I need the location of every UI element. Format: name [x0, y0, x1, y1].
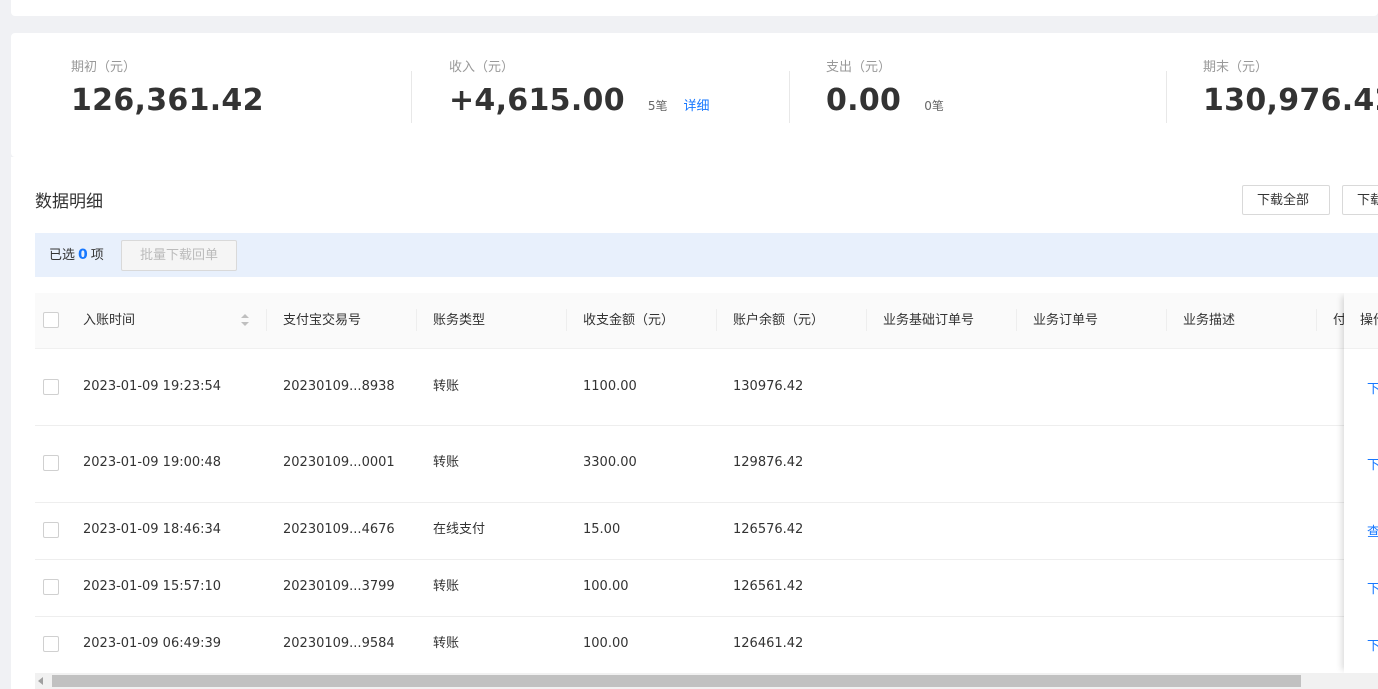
table-row: 2023-01-09 19:00:48 20230109...0001 转账 3… — [35, 426, 1378, 503]
cell-balance: 130976.42 — [733, 379, 804, 394]
download-all-button[interactable]: 下载全部 — [1242, 185, 1330, 215]
column-separator — [716, 309, 717, 331]
cell-time: 2023-01-09 15:57:10 — [83, 579, 222, 594]
cell-balance: 126561.42 — [733, 579, 804, 594]
column-header: 收支金额（元） — [583, 313, 675, 328]
cell-type: 转账 — [433, 579, 460, 594]
column-header: 操作 — [1360, 313, 1378, 328]
cell-amount: 3300.00 — [583, 455, 637, 470]
balance-summary: 期初（元） 126,361.42 收入（元） +4,615.00 5笔 详细 支… — [11, 33, 1378, 157]
row-checkbox[interactable] — [43, 455, 59, 471]
cell-time: 2023-01-09 06:49:39 — [83, 636, 222, 651]
stat-income-label: 收入（元） — [449, 60, 515, 75]
column-separator — [1016, 309, 1017, 331]
cell-time: 2023-01-09 18:46:34 — [83, 522, 222, 537]
stat-expense: 支出（元） 0.00 0笔 — [826, 59, 944, 121]
stat-income-value: +4,615.00 — [449, 83, 625, 118]
table-row: 2023-01-09 18:46:34 20230109...4676 在线支付… — [35, 503, 1378, 560]
summary-divider — [411, 71, 412, 123]
cell-amount: 15.00 — [583, 522, 621, 537]
row-checkbox[interactable] — [43, 522, 59, 538]
column-header: 账户余额（元） — [733, 313, 825, 328]
stat-closing-label: 期末（元） — [1203, 60, 1269, 75]
panel-title: 数据明细 — [35, 192, 103, 212]
column-separator — [416, 309, 417, 331]
column-header: 账务类型 — [433, 313, 486, 328]
cell-time: 2023-01-09 19:00:48 — [83, 455, 222, 470]
cell-time: 2023-01-09 19:23:54 — [83, 379, 222, 394]
stat-opening-label: 期初（元） — [71, 60, 137, 75]
column-header: 业务订单号 — [1033, 313, 1099, 328]
row-checkbox[interactable] — [43, 636, 59, 652]
cell-amount: 100.00 — [583, 579, 629, 594]
operation-header: 操作 — [1344, 293, 1378, 349]
selection-status: 已选 0 项 — [49, 233, 104, 278]
cell-amount: 1100.00 — [583, 379, 637, 394]
operation-column: 操作 下 下 查 下 下 — [1344, 293, 1378, 673]
table-header: 入账时间 支付宝交易号 账务类型 收支金额（元） 账户余额（元） 业务基础订单号… — [35, 293, 1378, 349]
row-action-link[interactable]: 查 — [1367, 521, 1378, 540]
cell-type: 转账 — [433, 455, 460, 470]
cell-balance: 129876.42 — [733, 455, 804, 470]
transactions-table: 入账时间 支付宝交易号 账务类型 收支金额（元） 账户余额（元） 业务基础订单号… — [35, 293, 1378, 673]
cell-trade-no: 20230109...4676 — [283, 522, 395, 537]
selection-bar: 已选 0 项 批量下载回单 — [35, 233, 1378, 277]
column-separator — [566, 309, 567, 331]
table-row: 2023-01-09 15:57:10 20230109...3799 转账 1… — [35, 560, 1378, 617]
row-action-link[interactable]: 下 — [1367, 378, 1378, 397]
cell-type: 转账 — [433, 379, 460, 394]
stat-opening-value: 126,361.42 — [71, 83, 264, 118]
row-checkbox[interactable] — [43, 379, 59, 395]
stat-closing: 期末（元） 130,976.42 — [1203, 59, 1378, 121]
stat-expense-label: 支出（元） — [826, 60, 892, 75]
top-panel-edge — [11, 0, 1378, 16]
detail-panel: 数据明细 下载全部 下载 已选0项 批量下载回单 入账时间 支付宝交易号 账务类… — [11, 157, 1378, 689]
cell-type: 在线支付 — [433, 522, 486, 537]
column-header: 支付宝交易号 — [283, 313, 362, 328]
column-separator — [866, 309, 867, 331]
cell-type: 转账 — [433, 636, 460, 651]
column-separator — [1316, 309, 1317, 331]
summary-divider — [789, 71, 790, 123]
scrollbar-thumb[interactable] — [52, 675, 1301, 687]
stat-opening: 期初（元） 126,361.42 — [71, 59, 264, 121]
stat-income-count: 5笔 — [647, 99, 668, 113]
selection-prefix: 已选 — [49, 248, 76, 263]
horizontal-scrollbar[interactable] — [35, 673, 1378, 689]
row-checkbox[interactable] — [43, 579, 59, 595]
column-separator — [266, 309, 267, 331]
scroll-left-icon[interactable] — [38, 677, 43, 685]
selection-count: 0 — [78, 247, 88, 263]
row-action-link[interactable]: 下 — [1367, 635, 1378, 654]
sort-icon[interactable] — [240, 312, 250, 328]
batch-download-receipt-button[interactable]: 批量下载回单 — [121, 240, 237, 271]
column-header[interactable]: 入账时间 — [83, 293, 135, 348]
stat-closing-value: 130,976.42 — [1203, 83, 1378, 118]
column-header: 业务描述 — [1183, 313, 1236, 328]
stat-expense-count: 0笔 — [924, 99, 944, 113]
cell-balance: 126576.42 — [733, 522, 804, 537]
table-row: 2023-01-09 19:23:54 20230109...8938 转账 1… — [35, 349, 1378, 426]
cell-trade-no: 20230109...8938 — [283, 379, 395, 394]
row-action-link[interactable]: 下 — [1367, 578, 1378, 597]
cell-amount: 100.00 — [583, 636, 629, 651]
summary-divider — [1166, 71, 1167, 123]
cell-balance: 126461.42 — [733, 636, 804, 651]
download-button[interactable]: 下载 — [1342, 185, 1378, 215]
cell-trade-no: 20230109...0001 — [283, 455, 395, 470]
selection-suffix: 项 — [90, 248, 104, 263]
column-separator — [1166, 309, 1167, 331]
income-detail-link[interactable]: 详细 — [684, 95, 710, 114]
cell-trade-no: 20230109...3799 — [283, 579, 395, 594]
row-action-link[interactable]: 下 — [1367, 454, 1378, 473]
select-all-checkbox[interactable] — [43, 312, 59, 328]
stat-income: 收入（元） +4,615.00 5笔 详细 — [449, 59, 710, 121]
column-header: 业务基础订单号 — [883, 313, 975, 328]
cell-trade-no: 20230109...9584 — [283, 636, 395, 651]
table-row: 2023-01-09 06:49:39 20230109...9584 转账 1… — [35, 617, 1378, 673]
stat-expense-value: 0.00 — [826, 83, 902, 118]
